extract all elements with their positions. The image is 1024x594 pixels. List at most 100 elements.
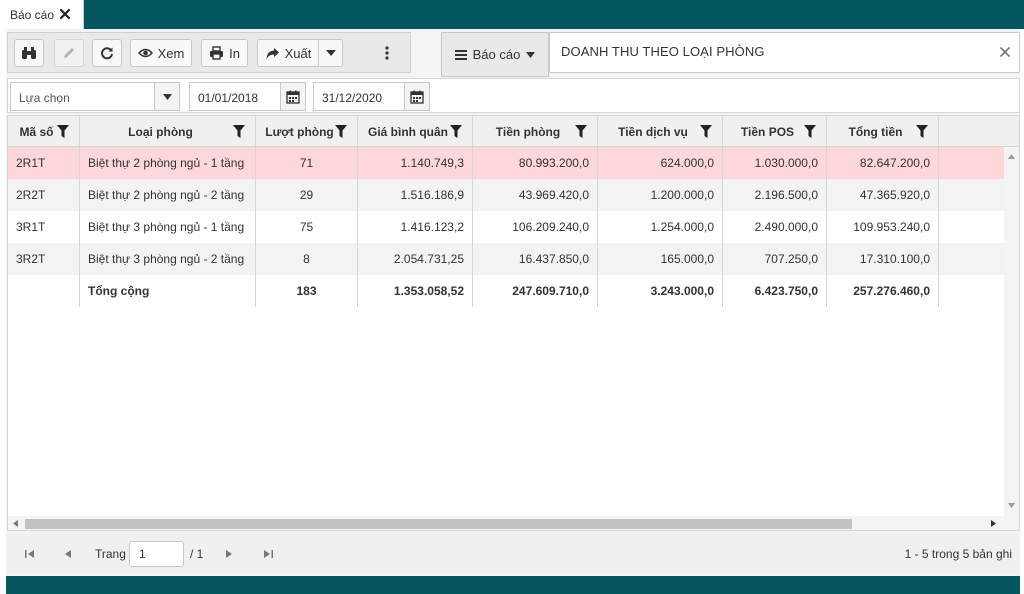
cell-tong-tien: 17.310.100,0 [827,243,939,275]
table-row[interactable]: 2R1T Biệt thự 2 phòng ngủ - 1 tầng 71 1.140… [8,147,1004,179]
toolbar: Xem In Xuất [7,32,411,73]
filter-icon[interactable] [57,125,69,138]
filter-icon[interactable] [233,125,245,138]
close-icon[interactable] [58,7,72,21]
table-row[interactable]: 3R2T Biệt thự 3 phòng ngủ - 2 tầng 8 2.054.… [8,243,1004,275]
table-total-row[interactable]: Tổng cộng 183 1.353.058,52 247.609.710,0 3.2… [8,275,1004,307]
previous-page-button[interactable] [60,546,76,562]
report-title-field[interactable]: DOANH THU THEO LOẠI PHÒNG [549,32,1020,73]
calendar-icon [410,90,424,104]
print-button[interactable]: In [201,39,248,67]
cell-luot-phong: 71 [256,147,358,179]
column-header-tien-dich-vu[interactable]: Tiền dịch vụ [598,116,723,147]
caret-down-icon [325,50,336,56]
cell-tien-dich-vu: 1.254.000,0 [598,211,723,243]
caret-down-icon [526,51,536,58]
column-header-tien-pos[interactable]: Tiền POS [723,116,827,147]
cell-tien-pos: 707.250,0 [723,243,827,275]
grid-header: Mã số Loại phòng Lượt phòng Giá bình quân Ti… [8,116,1019,147]
eye-icon [137,48,153,58]
next-page-button[interactable] [221,546,237,562]
page-number-input[interactable]: 1 [129,541,184,567]
column-header-ma-so[interactable]: Mã số [8,116,80,147]
column-header-tong-tien[interactable]: Tổng tiền [827,116,939,147]
report-menu-label: Báo cáo [472,47,521,62]
cell-tien-pos: 1.030.000,0 [723,147,827,179]
filter-icon[interactable] [450,125,462,138]
horizontal-scrollbar[interactable] [8,516,1019,530]
binoculars-icon [22,47,36,59]
column-header-label: Tiền POS [740,124,795,139]
clear-icon[interactable] [999,46,1011,58]
cell-tien-dich-vu: 3.243.000,0 [598,275,723,307]
option-select-toggle[interactable] [154,83,179,110]
scroll-right-icon[interactable] [991,520,996,527]
right-frame [1020,29,1024,576]
caret-down-icon [162,93,172,100]
cell-tien-pos: 2.490.000,0 [723,211,827,243]
bottom-right-frame [1020,576,1024,594]
scroll-up-icon[interactable] [1008,154,1015,159]
filter-icon[interactable] [575,125,587,138]
cell-gia-binh-quan: 2.054.731,25 [358,243,473,275]
more-options-button[interactable] [376,39,398,67]
cell-gia-binh-quan: 1.140.749,3 [358,147,473,179]
tab-label: Báo cáo [10,7,55,22]
cell-tien-phong: 43.969.420,0 [473,179,598,211]
search-button[interactable] [14,39,44,67]
filter-icon[interactable] [804,125,816,138]
edit-button[interactable] [54,39,84,67]
refresh-icon [101,47,113,60]
cell-gia-binh-quan: 1.353.058,52 [358,275,473,307]
date-to-picker-button[interactable] [404,83,429,110]
filter-icon[interactable] [700,125,712,138]
bottom-left-frame [0,576,6,594]
cell-luot-phong: 8 [256,243,358,275]
kebab-menu-icon [385,46,389,60]
cell-loai-phong: Biệt thự 3 phòng ngủ - 1 tầng [80,211,256,243]
column-header-luot-phong[interactable]: Lượt phòng [256,116,358,147]
date-to-field[interactable]: 31/12/2020 [313,82,430,111]
last-page-icon [263,550,273,558]
cell-tong-tien: 47.365.920,0 [827,179,939,211]
cell-ma-so: 3R1T [8,211,80,243]
column-header-tien-phong[interactable]: Tiền phòng [473,116,598,147]
first-page-button[interactable] [21,546,37,562]
filter-bar: Lựa chọn 01/01/2018 31/12/2020 [7,78,1020,113]
cell-ma-so [8,275,80,307]
table-row[interactable]: 3R1T Biệt thự 3 phòng ngủ - 1 tầng 75 1.416… [8,211,1004,243]
horizontal-scroll-thumb[interactable] [25,519,852,529]
column-header-label: Loại phòng [128,124,193,139]
date-to-value: 31/12/2020 [322,91,383,105]
view-button[interactable]: Xem [130,39,192,67]
column-header-label: Lượt phòng [265,124,334,139]
cell-loai-phong: Biệt thự 3 phòng ngủ - 2 tầng [80,243,256,275]
cell-tong-tien: 109.953.240,0 [827,211,939,243]
calendar-icon [286,90,300,104]
cell-luot-phong: 75 [256,211,358,243]
last-page-button[interactable] [260,546,276,562]
cell-ma-so: 2R2T [8,179,80,211]
vertical-scrollbar[interactable] [1004,147,1019,516]
column-header-label: Giá bình quân [368,124,448,139]
filter-icon[interactable] [916,125,928,138]
date-from-picker-button[interactable] [280,83,305,110]
page-total: / 1 [190,547,204,561]
export-button[interactable]: Xuất [257,39,319,67]
first-page-icon [24,550,34,558]
refresh-button[interactable] [92,39,122,67]
option-select[interactable]: Lựa chọn [10,82,180,111]
column-header-loai-phong[interactable]: Loại phòng [80,116,256,147]
filter-icon[interactable] [335,125,347,138]
date-from-field[interactable]: 01/01/2018 [189,82,306,111]
table-row[interactable]: 2R2T Biệt thự 2 phòng ngủ - 2 tầng 29 1.516… [8,179,1004,211]
tab-bar: Báo cáo [0,0,1024,29]
tab-bao-cao[interactable]: Báo cáo [0,0,84,29]
column-header-gia-binh-quan[interactable]: Giá bình quân [358,116,473,147]
printer-icon [210,46,224,60]
view-button-label: Xem [157,45,185,61]
scroll-left-icon[interactable] [13,520,18,527]
export-dropdown-button[interactable] [318,39,343,67]
scroll-down-icon[interactable] [1008,503,1015,508]
report-menu-button[interactable]: Báo cáo [441,32,549,77]
